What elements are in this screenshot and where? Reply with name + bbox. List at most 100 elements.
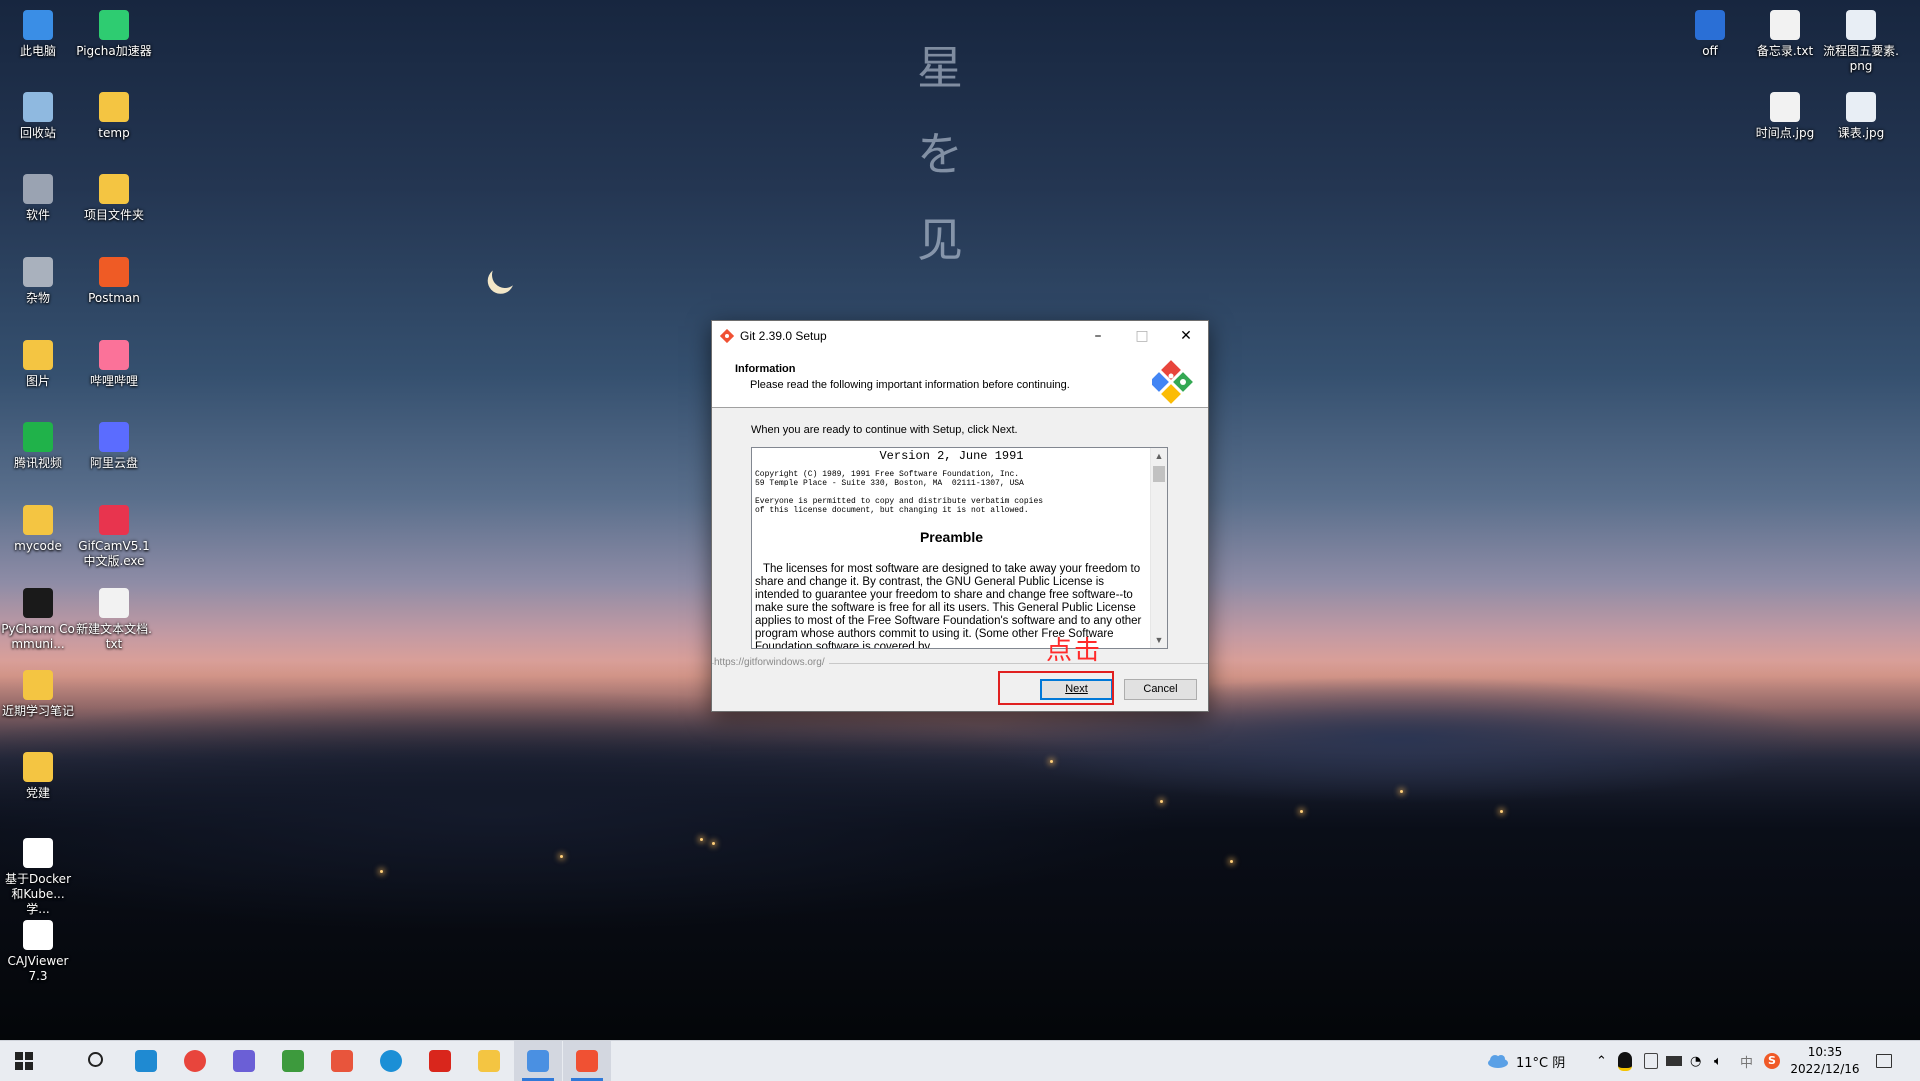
desktop-icon-label: 备忘录.txt: [1756, 44, 1814, 58]
desktop-icon[interactable]: 课表.jpg: [1823, 92, 1899, 141]
edge-icon[interactable]: [367, 1041, 415, 1081]
gifcam-icon: [99, 505, 129, 535]
desktop-icon[interactable]: temp: [76, 92, 152, 141]
maximize-button: □: [1120, 321, 1164, 351]
scroll-up-icon[interactable]: ▲: [1151, 448, 1167, 464]
license-textbox[interactable]: Version 2, June 1991 Copyright (C) 1989,…: [751, 447, 1168, 649]
power-icon: [1695, 10, 1725, 40]
desktop-icon[interactable]: 基于Docker和Kube...学...: [0, 838, 76, 917]
desktop-icon[interactable]: 哔哩哔哩: [76, 340, 152, 389]
intro-text: When you are ready to continue with Setu…: [751, 424, 1018, 436]
desktop-icon[interactable]: 软件: [0, 174, 76, 223]
desktop-icon-label: 软件: [25, 208, 50, 222]
desktop-icon[interactable]: GifCamV5.1中文版.exe: [76, 505, 152, 569]
desktop-icon[interactable]: CAJViewer 7.3: [0, 920, 76, 984]
desktop-icon[interactable]: Postman: [76, 257, 152, 306]
tablet-icon[interactable]: [1644, 1041, 1658, 1081]
scroll-down-icon[interactable]: ▼: [1151, 632, 1167, 648]
desktop-icon[interactable]: 腾讯视频: [0, 422, 76, 471]
desktop-icon-label: temp: [98, 126, 130, 140]
pigcha-icon: [99, 10, 129, 40]
desktop-icon[interactable]: 近期学习笔记: [0, 670, 76, 719]
desktop-icon-label: off: [1702, 44, 1718, 58]
wallpaper-text: 星 を 见: [910, 25, 970, 283]
desktop-icon-label: CAJViewer 7.3: [7, 954, 69, 983]
volume-icon[interactable]: 🔈︎: [1714, 1041, 1722, 1081]
computer-icon: [23, 10, 53, 40]
git-installer-logo-icon: [1152, 360, 1193, 404]
desktop-icon[interactable]: 党建: [0, 752, 76, 801]
vscode-icon[interactable]: [122, 1041, 170, 1081]
text-file-icon: [99, 588, 129, 618]
wifi-icon[interactable]: ◔: [1690, 1041, 1701, 1081]
aliyun-drive-icon: [99, 422, 129, 452]
crescent-moon: [488, 258, 521, 291]
weather-widget[interactable]: 11°C 阴: [1486, 1041, 1565, 1081]
page-subtitle: Please read the following important info…: [750, 379, 1070, 391]
desktop-icon[interactable]: off: [1672, 10, 1748, 59]
page-title: Information: [735, 363, 796, 375]
pycharm-icon: [23, 588, 53, 618]
desktop-icon[interactable]: 杂物: [0, 257, 76, 306]
desktop-icon[interactable]: 阿里云盘: [76, 422, 152, 471]
taskbar: 11°C 阴 ⌃ ◔ 🔈︎ 中 S 10:35 2022/12/16: [0, 1040, 1920, 1081]
desktop-icon[interactable]: mycode: [0, 505, 76, 554]
feather-app-icon[interactable]: [220, 1041, 268, 1081]
browser-icon[interactable]: [318, 1041, 366, 1081]
image-file-icon: [1846, 10, 1876, 40]
close-button[interactable]: ✕: [1164, 321, 1208, 351]
wallpaper-char: 见: [917, 213, 963, 267]
tray-expand-icon[interactable]: ⌃: [1596, 1041, 1607, 1081]
bilibili-icon: [99, 340, 129, 370]
desktop-icon-label: GifCamV5.1中文版.exe: [78, 539, 150, 568]
desktop-icon[interactable]: 时间点.jpg: [1747, 92, 1823, 141]
folder-icon: [23, 340, 53, 370]
close-icon: ✕: [1180, 328, 1192, 344]
license-scrollbar[interactable]: ▲ ▼: [1150, 448, 1167, 648]
network-app-icon[interactable]: [514, 1041, 562, 1081]
desktop-icon[interactable]: 回收站: [0, 92, 76, 141]
qq-icon[interactable]: [1618, 1041, 1632, 1081]
license-preamble-heading: Preamble: [919, 529, 984, 545]
wallpaper-char: を: [917, 127, 963, 181]
desktop-icon[interactable]: 备忘录.txt: [1747, 10, 1823, 59]
postman-icon: [99, 257, 129, 287]
folder-icon: [23, 752, 53, 782]
annotation-highlight-box: [998, 671, 1114, 705]
chrome-icon[interactable]: [171, 1041, 219, 1081]
desktop-icon[interactable]: Pigcha加速器: [76, 10, 152, 59]
desktop-icon-label: 党建: [25, 786, 50, 800]
desktop-icon-label: 课表.jpg: [1837, 126, 1885, 140]
cancel-button[interactable]: Cancel: [1124, 679, 1197, 700]
wallpaper-char: 星: [917, 41, 963, 95]
dialog-titlebar[interactable]: Git 2.39.0 Setup – □ ✕: [712, 321, 1208, 351]
scrollbar-thumb[interactable]: [1153, 466, 1165, 482]
url-divider: https://gitforwindows.org/: [712, 657, 1208, 669]
desktop-icon-label: 近期学习笔记: [1, 704, 74, 718]
store-icon[interactable]: [269, 1041, 317, 1081]
wps-icon[interactable]: [416, 1041, 464, 1081]
desktop-icon[interactable]: PyCharm Communi...: [0, 588, 76, 652]
clock-date: 2022/12/16: [1790, 1062, 1860, 1076]
search-icon[interactable]: [73, 1041, 121, 1081]
desktop-icon-label: Pigcha加速器: [76, 44, 152, 58]
desktop-icon[interactable]: 此电脑: [0, 10, 76, 59]
system-clock[interactable]: 10:35 2022/12/16: [1790, 1044, 1860, 1078]
dialog-title: Git 2.39.0 Setup: [740, 329, 827, 343]
desktop-icon[interactable]: 流程图五要素.png: [1823, 10, 1899, 74]
folder-icon: [23, 670, 53, 700]
desktop-icon[interactable]: 项目文件夹: [76, 174, 152, 223]
battery-icon[interactable]: [1666, 1041, 1682, 1081]
desktop-icon[interactable]: 图片: [0, 340, 76, 389]
notifications-icon[interactable]: [1876, 1041, 1892, 1081]
git-setup-icon[interactable]: [563, 1041, 611, 1081]
file-explorer-icon[interactable]: [465, 1041, 513, 1081]
input-method-icon[interactable]: 中: [1740, 1041, 1753, 1081]
start-icon[interactable]: [0, 1041, 48, 1081]
gitforwindows-url: https://gitforwindows.org/: [714, 657, 829, 668]
desktop-icon[interactable]: 新建文本文档.txt: [76, 588, 152, 652]
dvd-drive-icon: [23, 174, 53, 204]
sogou-icon[interactable]: S: [1764, 1041, 1780, 1081]
license-version: Version 2, June 1991: [879, 449, 1024, 463]
minimize-button[interactable]: –: [1076, 321, 1120, 351]
